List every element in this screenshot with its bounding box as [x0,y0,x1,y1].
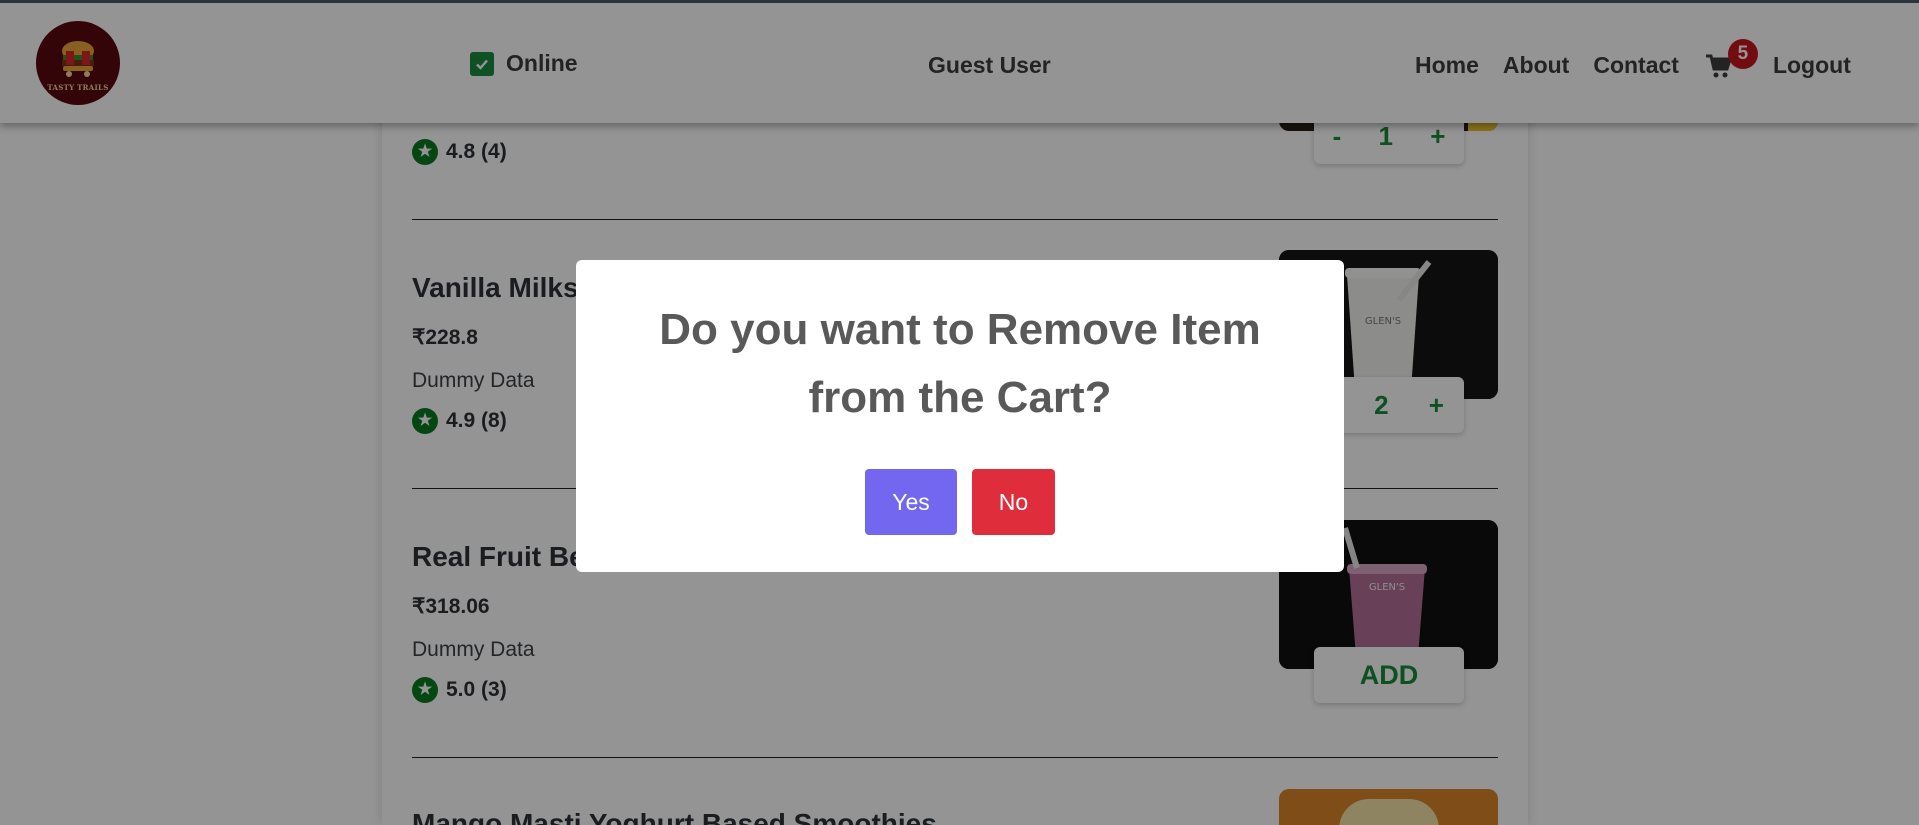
confirm-no-button[interactable]: No [972,469,1055,535]
confirm-yes-button[interactable]: Yes [865,469,957,535]
remove-item-dialog: Do you want to Remove Item from the Cart… [576,260,1344,572]
dialog-title: Do you want to Remove Item from the Cart… [659,305,1261,422]
